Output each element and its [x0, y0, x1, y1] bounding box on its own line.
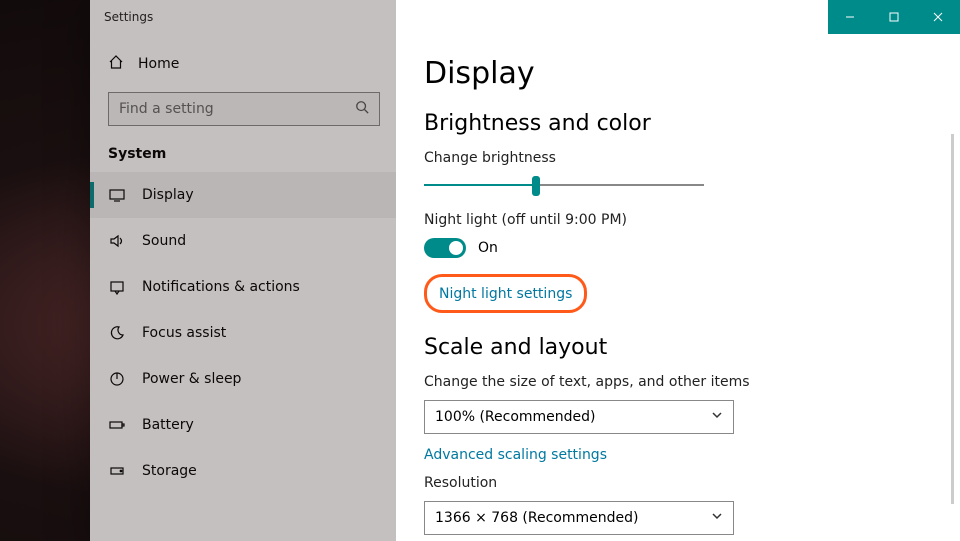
window-controls [828, 0, 960, 34]
window-title: Settings [90, 10, 153, 24]
home-nav[interactable]: Home [90, 44, 396, 84]
scale-label: Change the size of text, apps, and other… [424, 374, 920, 390]
scale-dropdown[interactable]: 100% (Recommended) [424, 400, 734, 434]
nav-label: Notifications & actions [142, 279, 300, 295]
section-brightness-heading: Brightness and color [424, 111, 920, 136]
sidebar-item-notifications[interactable]: Notifications & actions [90, 264, 396, 310]
content-pane: Display Brightness and color Change brig… [396, 34, 960, 541]
maximize-button[interactable] [872, 0, 916, 34]
resolution-label: Resolution [424, 475, 920, 491]
nav-label: Focus assist [142, 325, 226, 341]
section-label: System [90, 140, 396, 172]
nav-label: Storage [142, 463, 197, 479]
search-placeholder: Find a setting [119, 101, 214, 117]
sidebar-item-power-sleep[interactable]: Power & sleep [90, 356, 396, 402]
nav-label: Battery [142, 417, 194, 433]
brightness-label: Change brightness [424, 150, 920, 166]
settings-window: Settings Home Find a setting System [90, 0, 960, 541]
scale-value: 100% (Recommended) [435, 409, 596, 425]
night-light-label: Night light (off until 9:00 PM) [424, 212, 920, 228]
minimize-button[interactable] [828, 0, 872, 34]
sound-icon [108, 233, 126, 249]
nav-label: Power & sleep [142, 371, 241, 387]
nav-label: Sound [142, 233, 186, 249]
section-scale-heading: Scale and layout [424, 335, 920, 360]
display-icon [108, 187, 126, 203]
chevron-down-icon [711, 510, 723, 526]
night-light-settings-link[interactable]: Night light settings [439, 286, 572, 302]
power-icon [108, 371, 126, 387]
night-light-toggle[interactable] [424, 238, 466, 258]
sidebar-item-focus-assist[interactable]: Focus assist [90, 310, 396, 356]
brightness-slider[interactable] [424, 176, 704, 194]
moon-icon [108, 325, 126, 341]
chevron-down-icon [711, 409, 723, 425]
battery-icon [108, 417, 126, 433]
night-light-state: On [478, 240, 498, 256]
home-label: Home [138, 56, 179, 72]
home-icon [108, 54, 124, 74]
notifications-icon [108, 279, 126, 295]
titlebar: Settings [90, 0, 960, 34]
storage-icon [108, 463, 126, 479]
page-title: Display [424, 56, 920, 91]
nav-label: Display [142, 187, 194, 203]
search-input[interactable]: Find a setting [108, 92, 380, 126]
sidebar-item-display[interactable]: Display [90, 172, 396, 218]
resolution-dropdown[interactable]: 1366 × 768 (Recommended) [424, 501, 734, 535]
sidebar-nav: Display Sound Notifications & actions Fo… [90, 172, 396, 494]
sidebar-item-storage[interactable]: Storage [90, 448, 396, 494]
advanced-scaling-link[interactable]: Advanced scaling settings [424, 447, 607, 463]
sidebar-item-sound[interactable]: Sound [90, 218, 396, 264]
scrollbar[interactable] [951, 134, 954, 504]
sidebar: Home Find a setting System Display Sound [90, 34, 396, 541]
tutorial-highlight: Night light settings [424, 274, 587, 313]
sidebar-item-battery[interactable]: Battery [90, 402, 396, 448]
search-icon [355, 100, 369, 118]
resolution-value: 1366 × 768 (Recommended) [435, 510, 638, 526]
close-button[interactable] [916, 0, 960, 34]
